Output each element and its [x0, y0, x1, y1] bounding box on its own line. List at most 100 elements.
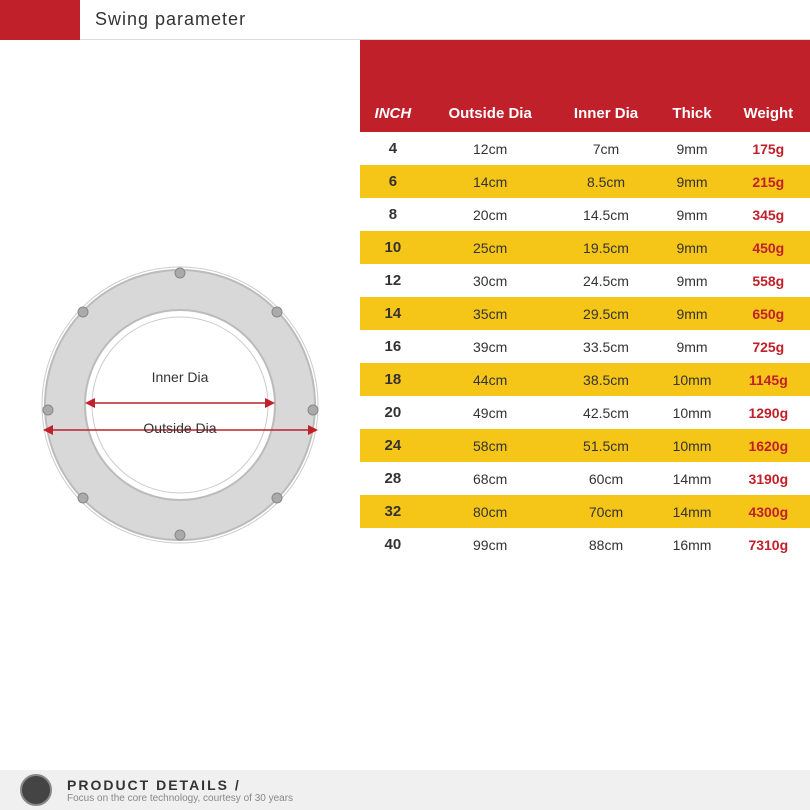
table-cell: 8.5cm [555, 165, 658, 198]
table-cell: 14cm [426, 165, 555, 198]
table-cell: 7310g [727, 528, 810, 561]
col-header-inch: INCH [360, 95, 426, 132]
table-cell: 1145g [727, 363, 810, 396]
table-cell: 29.5cm [555, 297, 658, 330]
table-cell: 58cm [426, 429, 555, 462]
table-cell: 215g [727, 165, 810, 198]
table-cell: 175g [727, 132, 810, 165]
table-cell: 80cm [426, 495, 555, 528]
table-cell: 70cm [555, 495, 658, 528]
table-panel: INCH Outside Dia Inner Dia Thick Weight … [360, 40, 810, 770]
col-header-inner: Inner Dia [555, 95, 658, 132]
table-cell: 9mm [657, 132, 726, 165]
footer-logo-circle [20, 774, 52, 806]
table-cell: 14 [360, 297, 426, 330]
footer-subtitle: Focus on the core technology, courtesy o… [67, 793, 293, 804]
table-cell: 345g [727, 198, 810, 231]
table-cell: 68cm [426, 462, 555, 495]
table-cell: 12 [360, 264, 426, 297]
table-row: 3280cm70cm14mm4300g [360, 495, 810, 528]
col-header-outside: Outside Dia [426, 95, 555, 132]
table-cell: 7cm [555, 132, 658, 165]
table-cell: 16 [360, 330, 426, 363]
table-cell: 10mm [657, 396, 726, 429]
table-row: 4099cm88cm16mm7310g [360, 528, 810, 561]
table-cell: 51.5cm [555, 429, 658, 462]
table-cell: 8 [360, 198, 426, 231]
table-cell: 24.5cm [555, 264, 658, 297]
table-cell: 9mm [657, 264, 726, 297]
table-cell: 10 [360, 231, 426, 264]
table-cell: 4 [360, 132, 426, 165]
page-title: Swing parameter [80, 9, 246, 30]
table-cell: 20 [360, 396, 426, 429]
table-row: 2868cm60cm14mm3190g [360, 462, 810, 495]
table-cell: 40 [360, 528, 426, 561]
table-cell: 3190g [727, 462, 810, 495]
table-cell: 1290g [727, 396, 810, 429]
table-cell: 38.5cm [555, 363, 658, 396]
table-row: 2049cm42.5cm10mm1290g [360, 396, 810, 429]
table-cell: 24 [360, 429, 426, 462]
table-cell: 18 [360, 363, 426, 396]
table-cell: 14mm [657, 462, 726, 495]
table-cell: 28 [360, 462, 426, 495]
table-row: 2458cm51.5cm10mm1620g [360, 429, 810, 462]
table-cell: 33.5cm [555, 330, 658, 363]
table-cell: 35cm [426, 297, 555, 330]
table-cell: 14mm [657, 495, 726, 528]
table-cell: 450g [727, 231, 810, 264]
parameter-table: INCH Outside Dia Inner Dia Thick Weight … [360, 95, 810, 561]
table-cell: 39cm [426, 330, 555, 363]
header-red-accent [0, 0, 80, 40]
table-cell: 6 [360, 165, 426, 198]
table-cell: 650g [727, 297, 810, 330]
table-row: 1844cm38.5cm10mm1145g [360, 363, 810, 396]
table-row: 1435cm29.5cm9mm650g [360, 297, 810, 330]
table-cell: 99cm [426, 528, 555, 561]
table-cell: 30cm [426, 264, 555, 297]
table-cell: 14.5cm [555, 198, 658, 231]
table-cell: 12cm [426, 132, 555, 165]
table-cell: 10mm [657, 429, 726, 462]
footer-title: PRODUCT DETAILS / [67, 777, 293, 793]
footer: PRODUCT DETAILS / Focus on the core tech… [0, 770, 810, 810]
table-cell: 725g [727, 330, 810, 363]
table-cell: 9mm [657, 297, 726, 330]
table-cell: 1620g [727, 429, 810, 462]
diagram-panel: Inner Dia Outside Dia [0, 40, 360, 770]
red-top-bar [360, 40, 810, 95]
table-cell: 88cm [555, 528, 658, 561]
col-header-weight: Weight [727, 95, 810, 132]
table-row: 1025cm19.5cm9mm450g [360, 231, 810, 264]
table-header-row: INCH Outside Dia Inner Dia Thick Weight [360, 95, 810, 132]
table-cell: 49cm [426, 396, 555, 429]
table-cell: 558g [727, 264, 810, 297]
table-cell: 60cm [555, 462, 658, 495]
table-cell: 25cm [426, 231, 555, 264]
table-row: 412cm7cm9mm175g [360, 132, 810, 165]
table-row: 1639cm33.5cm9mm725g [360, 330, 810, 363]
table-cell: 44cm [426, 363, 555, 396]
inner-dia-label: Inner Dia [152, 369, 209, 385]
table-cell: 32 [360, 495, 426, 528]
table-row: 1230cm24.5cm9mm558g [360, 264, 810, 297]
header: Swing parameter [0, 0, 810, 40]
table-cell: 4300g [727, 495, 810, 528]
table-row: 820cm14.5cm9mm345g [360, 198, 810, 231]
table-cell: 42.5cm [555, 396, 658, 429]
main-content: Inner Dia Outside Dia INCH Outside Dia I… [0, 40, 810, 770]
col-header-thick: Thick [657, 95, 726, 132]
ring-svg [30, 255, 330, 555]
footer-text: PRODUCT DETAILS / Focus on the core tech… [67, 777, 293, 804]
table-row: 614cm8.5cm9mm215g [360, 165, 810, 198]
table-cell: 10mm [657, 363, 726, 396]
ring-diagram: Inner Dia Outside Dia [30, 255, 330, 555]
table-cell: 19.5cm [555, 231, 658, 264]
table-cell: 9mm [657, 330, 726, 363]
outside-dia-label: Outside Dia [143, 420, 216, 436]
table-cell: 9mm [657, 231, 726, 264]
table-cell: 20cm [426, 198, 555, 231]
table-cell: 9mm [657, 165, 726, 198]
table-cell: 16mm [657, 528, 726, 561]
